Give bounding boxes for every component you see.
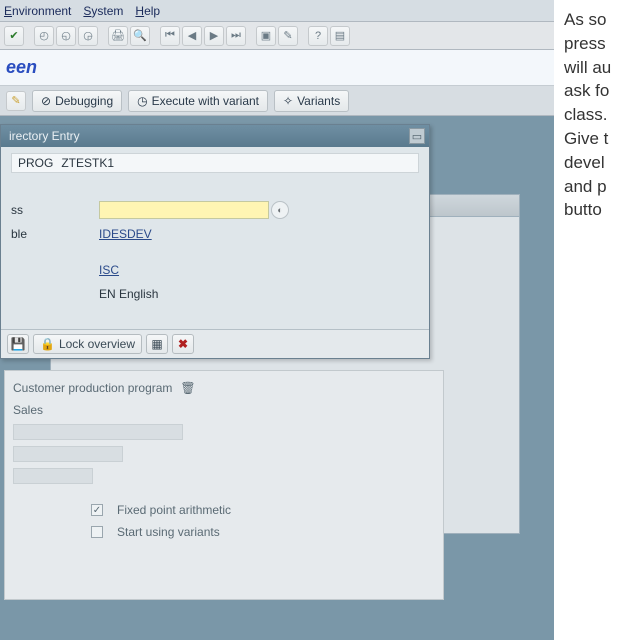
variants-icon: ✧ xyxy=(283,94,293,108)
start-variants-checkbox[interactable] xyxy=(91,526,103,538)
check-icon[interactable]: ✎ xyxy=(6,91,26,111)
debugging-button[interactable]: ⊘ Debugging xyxy=(32,90,122,112)
exit-icon[interactable]: ◵ xyxy=(56,26,76,46)
modal-footer: 💾 🔒 Lock overview ▦ ✖ xyxy=(1,329,429,358)
close-icon[interactable]: ▭ xyxy=(409,128,425,144)
dev-class-input[interactable] xyxy=(99,201,269,219)
object-name: ZTESTK1 xyxy=(61,156,114,170)
next-page-icon[interactable]: ▶ xyxy=(204,26,224,46)
layout-icon[interactable]: ▤ xyxy=(330,26,350,46)
modal-title-text: irectory Entry xyxy=(9,129,80,143)
language-value: EN English xyxy=(99,287,158,301)
lock-overview-label: Lock overview xyxy=(59,337,135,351)
attributes-panel: Customer production program 🗑 Sales ✓ Fi… xyxy=(4,370,444,600)
find-icon[interactable]: 🔍 xyxy=(130,26,150,46)
cancel-button[interactable]: ✖ xyxy=(172,334,194,354)
first-page-icon[interactable]: ⏮ xyxy=(160,26,180,46)
standard-toolbar: ✔ ◴ ◵ ◶ 🖨 🔍 ⏮ ◀ ▶ ⏭ ▣ ✎ ? ▤ xyxy=(0,22,554,50)
lock-overview-button[interactable]: 🔒 Lock overview xyxy=(33,334,142,354)
workarea: Customer production program 🗑 Sales ✓ Fi… xyxy=(0,116,554,640)
fixed-point-checkbox[interactable]: ✓ xyxy=(91,504,103,516)
f4-help-icon[interactable]: ◐ xyxy=(271,201,289,219)
debugging-label: Debugging xyxy=(55,94,113,108)
local-object-icon[interactable]: ▦ xyxy=(146,334,168,354)
sap-window: EEnvironmentnvironment System Help ✔ ◴ ◵… xyxy=(0,0,554,640)
responsible-value[interactable]: IDESDEV xyxy=(99,227,152,241)
new-session-icon[interactable]: ▣ xyxy=(256,26,276,46)
menu-help[interactable]: Help xyxy=(135,4,160,18)
debug-icon: ⊘ xyxy=(41,94,51,108)
enter-icon[interactable]: ✔ xyxy=(4,26,24,46)
variants-label: Variants xyxy=(297,94,340,108)
responsible-label: ble xyxy=(11,227,99,241)
modal-titlebar: irectory Entry ▭ xyxy=(1,125,429,147)
fixed-point-label: Fixed point arithmetic xyxy=(117,503,231,517)
last-page-icon[interactable]: ⏭ xyxy=(226,26,246,46)
readonly-field-1 xyxy=(13,424,183,440)
dev-class-label: ss xyxy=(11,203,99,217)
object-directory-modal: irectory Entry ▭ PROG ZTESTK1 ss ◐ xyxy=(0,124,430,359)
back-icon[interactable]: ◴ xyxy=(34,26,54,46)
execute-with-variant-button[interactable]: ◷ Execute with variant xyxy=(128,90,268,112)
exec-variant-label: Execute with variant xyxy=(152,94,259,108)
help-icon[interactable]: ? xyxy=(308,26,328,46)
author-value[interactable]: ISC xyxy=(99,263,119,277)
menubar: EEnvironmentnvironment System Help xyxy=(0,0,554,22)
start-variants-label: Start using variants xyxy=(117,525,220,539)
readonly-field-2 xyxy=(13,446,123,462)
shortcut-icon[interactable]: ✎ xyxy=(278,26,298,46)
menu-environment[interactable]: EEnvironmentnvironment xyxy=(4,4,71,18)
page-title: een xyxy=(6,57,37,78)
lock-icon: 🔒 xyxy=(40,337,55,351)
title-bar: een xyxy=(0,50,554,86)
attr-title-label: Customer production program xyxy=(13,381,172,395)
clock-icon: ◷ xyxy=(137,94,147,108)
attr-app-label: Sales xyxy=(13,403,43,417)
cancel-icon[interactable]: ◶ xyxy=(78,26,98,46)
instruction-text: As so press will au ask fo class. Give t… xyxy=(554,0,640,640)
menu-system[interactable]: System xyxy=(83,4,123,18)
readonly-field-3 xyxy=(13,468,93,484)
print-icon[interactable]: 🖨 xyxy=(108,26,128,46)
prev-page-icon[interactable]: ◀ xyxy=(182,26,202,46)
object-type: PROG xyxy=(18,156,53,170)
trash-icon[interactable]: 🗑 xyxy=(180,381,194,395)
object-row: PROG ZTESTK1 xyxy=(11,153,419,173)
variants-button[interactable]: ✧ Variants xyxy=(274,90,349,112)
save-icon[interactable]: 💾 xyxy=(7,334,29,354)
application-toolbar: ✎ ⊘ Debugging ◷ Execute with variant ✧ V… xyxy=(0,86,554,116)
